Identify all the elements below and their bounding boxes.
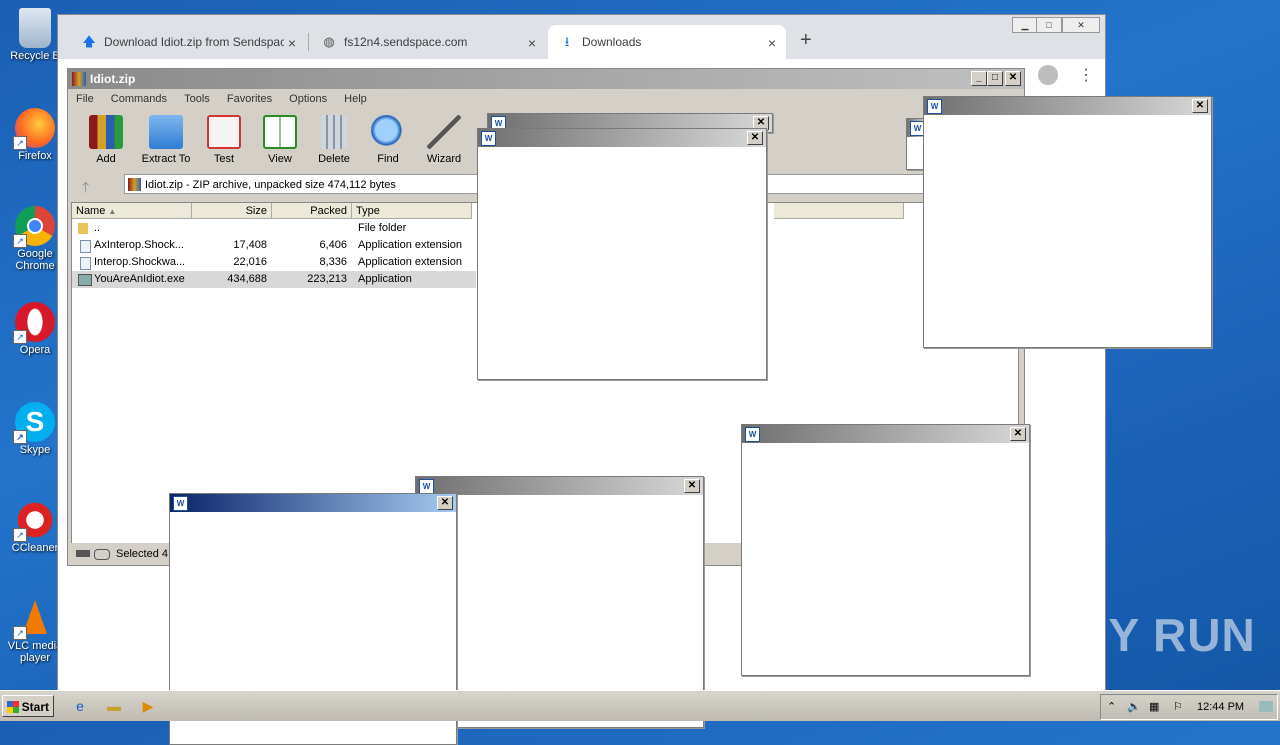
toolbar-find-button[interactable]: Find [360, 115, 416, 165]
up-folder-icon[interactable]: 🡑 [82, 177, 89, 201]
zip-archive-icon [128, 178, 141, 191]
toolbar-add-button[interactable]: Add [78, 115, 134, 165]
view-book-icon [263, 115, 297, 149]
vlc-icon: ↗ [13, 598, 55, 640]
winrar-menubar: File Commands Tools Favorites Options He… [68, 89, 1024, 109]
winrar-close-button[interactable]: ✕ [1005, 71, 1021, 86]
show-desktop-icon[interactable] [1259, 701, 1273, 712]
wizard-wand-icon [427, 115, 461, 149]
media-player-taskbar-icon[interactable]: ▶ [138, 696, 158, 716]
opera-icon: ↗ [13, 302, 55, 344]
add-archive-icon [89, 115, 123, 149]
popup-window[interactable]: W ✕ [741, 424, 1030, 676]
word-doc-icon: W [173, 496, 188, 511]
dll-file-icon [80, 240, 91, 253]
firefox-icon: ↗ [13, 108, 55, 150]
toolbar-delete-button[interactable]: Delete [306, 115, 362, 165]
exe-file-icon [78, 274, 92, 286]
action-center-flag-icon[interactable]: ⚐ [1173, 695, 1183, 719]
word-doc-icon: W [745, 427, 760, 442]
popup-close-button[interactable]: ✕ [437, 496, 453, 510]
tab-close-icon[interactable]: × [768, 35, 776, 51]
windows-logo-icon [7, 701, 19, 713]
clock[interactable]: 12:44 PM [1197, 695, 1244, 719]
minimize-button[interactable]: ▁ [1012, 17, 1038, 33]
menu-tools[interactable]: Tools [184, 93, 210, 105]
table-row-selected[interactable]: YouAreAnIdiot.exe 434,688 223,213 Applic… [72, 271, 476, 288]
popup-close-button[interactable]: ✕ [747, 131, 763, 145]
recycle-bin-icon [19, 8, 51, 48]
menu-help[interactable]: Help [344, 93, 367, 105]
skype-icon: S ↗ [13, 402, 55, 444]
ie-taskbar-icon[interactable]: e [70, 696, 90, 716]
network-icon[interactable]: ▦ [1149, 695, 1159, 719]
volume-icon[interactable]: 🔈 [1127, 695, 1141, 719]
trash-icon [321, 115, 347, 149]
download-icon: ⭳ [564, 34, 570, 49]
word-doc-icon: W [419, 479, 434, 494]
toolbar-test-button[interactable]: Test [196, 115, 252, 165]
toolbar-extract-button[interactable]: Extract To [138, 115, 194, 165]
tab-close-icon[interactable]: × [528, 35, 536, 51]
test-clipboard-icon [207, 115, 241, 149]
word-doc-icon: W [927, 99, 942, 114]
ccleaner-icon: ↗ [13, 500, 55, 542]
popup-window[interactable]: W ✕ [923, 96, 1212, 348]
tab-close-icon[interactable]: × [288, 35, 296, 51]
column-header-size[interactable]: Size [192, 203, 272, 219]
table-row[interactable]: Interop.Shockwa... 22,016 8,336 Applicat… [72, 254, 476, 271]
folder-icon [78, 223, 88, 234]
tab-sendspace-download[interactable]: 🡅 Download Idiot.zip from Sendspace.c × [70, 25, 306, 59]
key-icon [94, 549, 110, 560]
winrar-minimize-button[interactable]: _ [971, 71, 987, 86]
upload-arrow-icon: 🡅 [82, 34, 96, 49]
winrar-titlebar[interactable]: Idiot.zip _ □ ✕ [68, 69, 1024, 89]
anyrun-watermark: ANY RUN [1040, 609, 1256, 661]
popup-close-button[interactable]: ✕ [1010, 427, 1026, 441]
column-header-extra[interactable] [774, 203, 904, 219]
tab-downloads[interactable]: ⭳ Downloads × [548, 25, 786, 59]
menu-options[interactable]: Options [289, 93, 327, 105]
system-tray: ⌃ 🔈 ▦ ⚐ 12:44 PM [1100, 694, 1278, 720]
popup-close-button[interactable]: ✕ [1192, 99, 1208, 113]
dll-file-icon [80, 257, 91, 270]
column-header-name[interactable]: Name ▲ [72, 203, 192, 219]
column-header-packed[interactable]: Packed [272, 203, 352, 219]
start-button[interactable]: Start [2, 695, 54, 717]
popup-close-button[interactable]: ✕ [684, 479, 700, 493]
popup-window[interactable]: W ✕ [477, 128, 767, 380]
chrome-icon: ↗ [13, 206, 55, 248]
toolbar-wizard-button[interactable]: Wizard [416, 115, 472, 165]
drive-icon [76, 550, 90, 557]
taskbar: Start e ▬ ▶ ⌃ 🔈 ▦ ⚐ 12:44 PM [0, 690, 1280, 721]
close-button[interactable]: ✕ [1062, 17, 1100, 33]
profile-avatar-icon[interactable] [1038, 65, 1058, 85]
column-header-type[interactable]: Type [352, 203, 472, 219]
menu-favorites[interactable]: Favorites [227, 93, 272, 105]
menu-commands[interactable]: Commands [111, 93, 167, 105]
tray-expand-icon[interactable]: ⌃ [1107, 695, 1116, 719]
globe-icon: ◍ [323, 34, 335, 49]
explorer-taskbar-icon[interactable]: ▬ [104, 696, 124, 716]
menu-file[interactable]: File [76, 93, 94, 105]
winrar-app-icon [72, 72, 86, 86]
table-row[interactable]: AxInterop.Shock... 17,408 6,406 Applicat… [72, 237, 476, 254]
winrar-maximize-button[interactable]: □ [987, 71, 1003, 86]
tab-sendspace-host[interactable]: ◍ fs12n4.sendspace.com × [310, 25, 546, 59]
extract-folder-icon [149, 115, 183, 149]
maximize-button[interactable]: □ [1036, 17, 1062, 33]
word-doc-icon: W [481, 131, 496, 146]
toolbar-view-button[interactable]: View [252, 115, 308, 165]
new-tab-button[interactable]: + [800, 29, 812, 52]
table-row[interactable]: .. File folder [72, 220, 476, 237]
magnifier-icon [371, 115, 405, 149]
menu-icon[interactable]: ⋮ [1078, 65, 1094, 85]
